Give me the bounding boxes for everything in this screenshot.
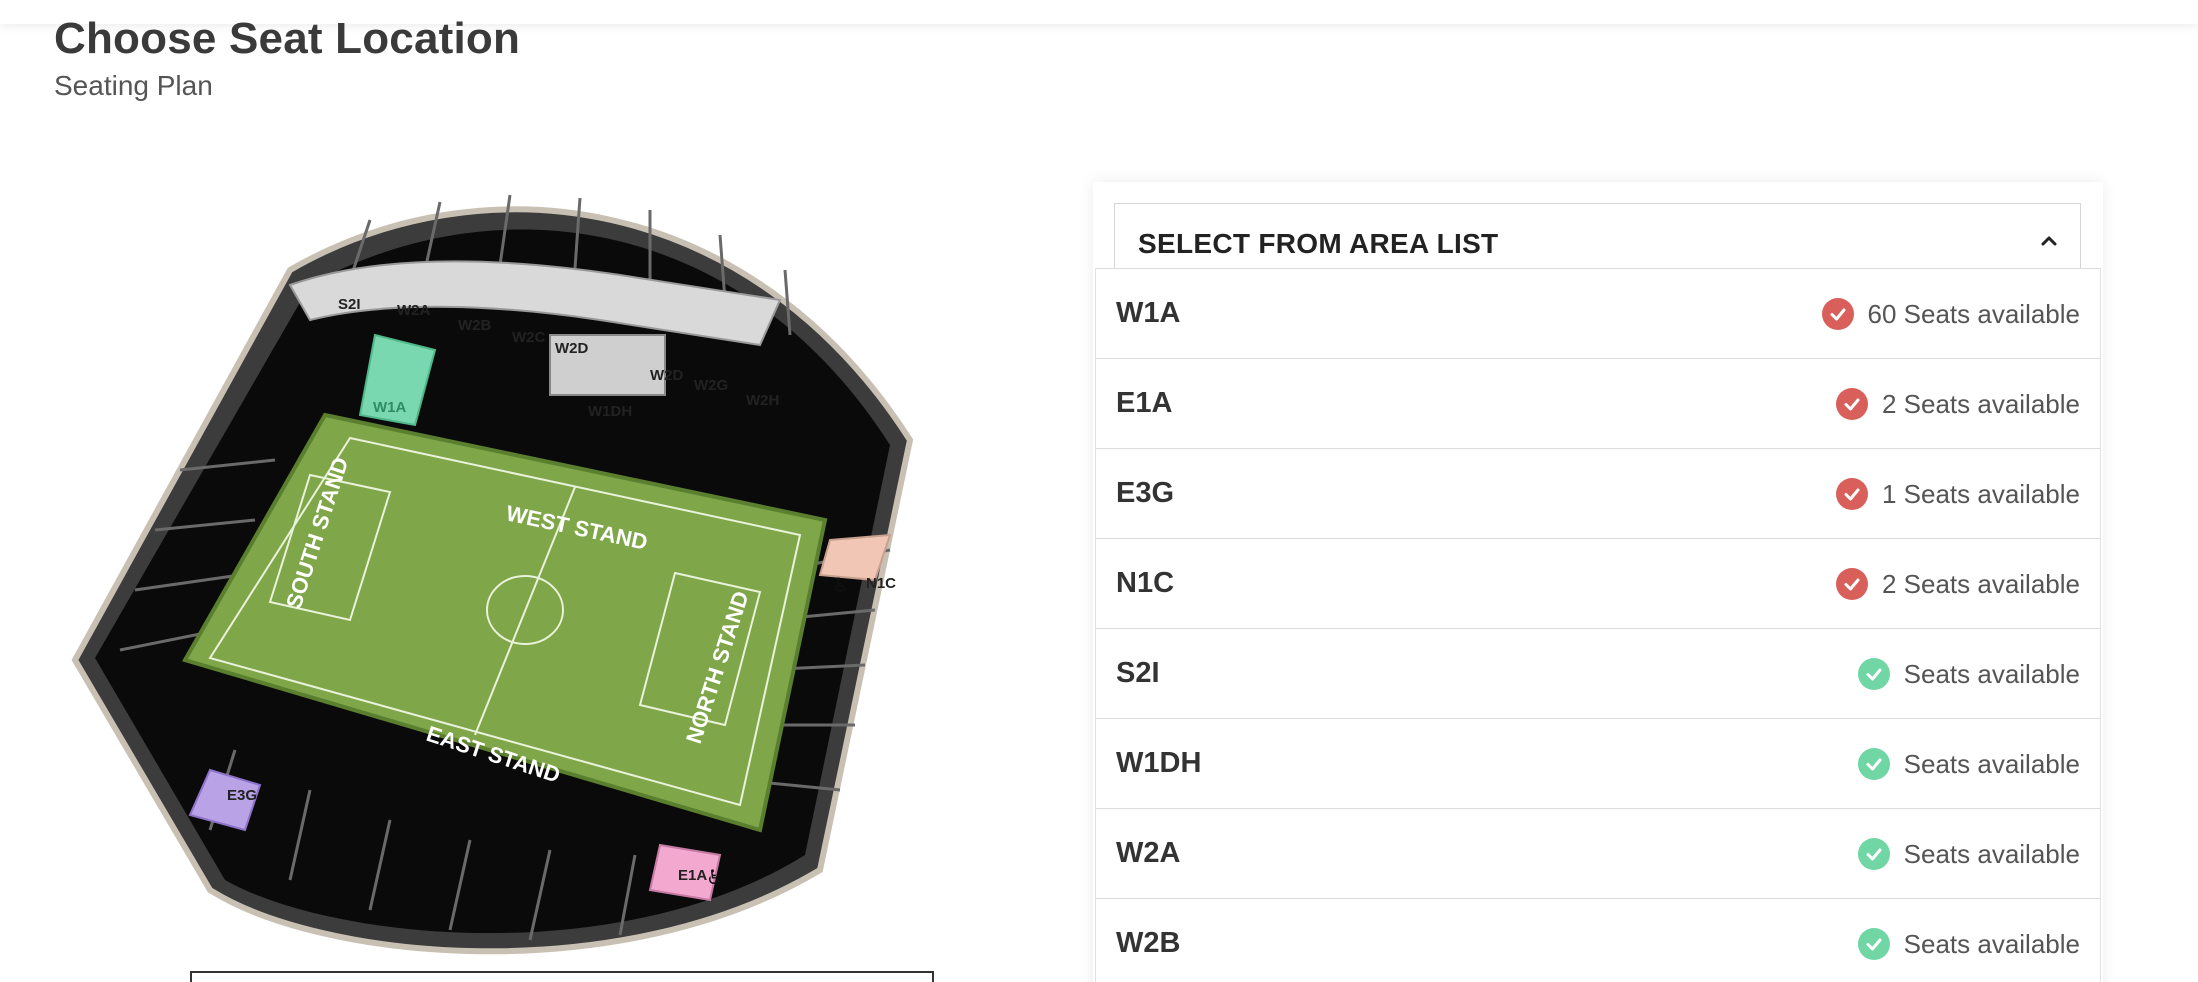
- block-label: S2I: [338, 296, 361, 313]
- availability-text: 1 Seats available: [1881, 478, 2080, 509]
- check-circle-icon: [1835, 478, 1868, 510]
- block-label: W1A: [373, 399, 407, 416]
- check-circle-icon: [1857, 928, 1890, 960]
- availability-status: Seats available: [1857, 748, 2080, 780]
- area-list: W1A 60 Seats available E1A 2 Seats availabl…: [1095, 268, 2101, 982]
- availability-text: Seats available: [1903, 748, 2080, 779]
- page-title: Choose Seat Location: [54, 14, 521, 63]
- area-row-n1c[interactable]: N1C 2 Seats available: [1095, 538, 2101, 628]
- block-label: W2D: [650, 367, 684, 384]
- availability-text: Seats available: [1903, 658, 2080, 689]
- area-code: W2B: [1116, 927, 1181, 959]
- availability-status: 60 Seats available: [1821, 298, 2080, 330]
- block-label: N1C: [866, 575, 896, 592]
- check-circle-icon: [1857, 658, 1890, 690]
- block-label: E3G: [227, 787, 257, 804]
- area-row-w1a[interactable]: W1A 60 Seats available: [1095, 268, 2101, 358]
- check-circle-icon: [1835, 388, 1868, 420]
- availability-text: Seats available: [1903, 838, 2080, 869]
- block-label: W2G: [694, 377, 728, 394]
- area-row-w2b[interactable]: W2B Seats available: [1095, 898, 2101, 982]
- chevron-up-icon[interactable]: [2040, 232, 2058, 250]
- availability-text: Seats available: [1903, 928, 2080, 959]
- accessible-seating-icon: ♿: [706, 865, 724, 889]
- area-row-e1a[interactable]: E1A 2 Seats available: [1095, 358, 2101, 448]
- page-subtitle: Seating Plan: [54, 70, 213, 101]
- area-list-header-label: SELECT FROM AREA LIST: [1138, 228, 1499, 259]
- availability-status: Seats available: [1857, 928, 2080, 960]
- check-circle-icon: [1857, 838, 1890, 870]
- block-label: W2D: [555, 340, 589, 357]
- area-code: W1A: [1116, 297, 1181, 329]
- area-code: W2A: [1116, 837, 1181, 869]
- area-row-w2a[interactable]: W2A Seats available: [1095, 808, 2101, 898]
- area-row-e3g[interactable]: E3G 1 Seats available: [1095, 448, 2101, 538]
- block-label: E1A: [678, 867, 707, 884]
- block-label: W2A: [397, 302, 431, 319]
- area-row-s2i[interactable]: S2I Seats available: [1095, 628, 2101, 718]
- check-circle-icon: [1857, 748, 1890, 780]
- availability-status: 1 Seats available: [1835, 478, 2080, 510]
- block-label: W2C: [512, 329, 546, 346]
- block-label: W2B: [458, 317, 492, 334]
- block-label: W1DH: [588, 403, 632, 420]
- area-code: W1DH: [1116, 747, 1202, 779]
- availability-status: Seats available: [1857, 838, 2080, 870]
- availability-text: 2 Seats available: [1881, 568, 2080, 599]
- check-circle-icon: [1835, 568, 1868, 600]
- availability-text: 60 Seats available: [1867, 298, 2080, 329]
- area-list-header[interactable]: SELECT FROM AREA LIST: [1114, 203, 2081, 273]
- availability-status: Seats available: [1857, 658, 2080, 690]
- area-code: E1A: [1116, 387, 1173, 419]
- area-code: N1C: [1116, 567, 1175, 599]
- block-label: W2H: [746, 392, 779, 409]
- availability-status: 2 Seats available: [1835, 388, 2080, 420]
- area-code: S2I: [1116, 657, 1160, 689]
- availability-status: 2 Seats available: [1835, 568, 2080, 600]
- area-code: E3G: [1116, 477, 1175, 509]
- seating-map[interactable]: WEST STAND EAST STAND SOUTH STAND NORTH …: [60, 190, 1000, 982]
- map-legend-box: [190, 971, 934, 982]
- availability-text: 2 Seats available: [1881, 388, 2080, 419]
- accessible-seating-icon: ♿: [832, 573, 850, 597]
- area-list-panel: SELECT FROM AREA LIST W1A 60 Seats availa…: [1093, 182, 2103, 982]
- check-circle-icon: [1821, 298, 1854, 330]
- area-row-w1dh[interactable]: W1DH Seats available: [1095, 718, 2101, 808]
